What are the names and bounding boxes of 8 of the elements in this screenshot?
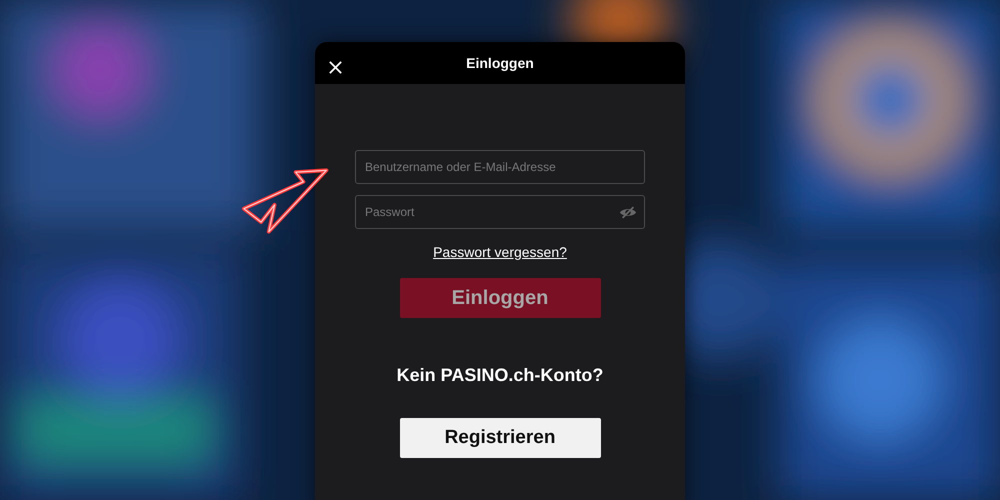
register-button[interactable]: Registrieren (400, 418, 600, 458)
forgot-password-link[interactable]: Passwort vergessen? (433, 244, 567, 260)
dialog-title: Einloggen (466, 55, 534, 71)
close-icon[interactable] (328, 60, 343, 75)
password-field[interactable]: Passwort (355, 195, 645, 229)
signup-prompt: Kein PASINO.ch-Konto? (396, 365, 604, 386)
eye-slash-icon[interactable] (619, 206, 637, 219)
username-field[interactable]: Benutzername oder E-Mail-Adresse (355, 150, 645, 184)
